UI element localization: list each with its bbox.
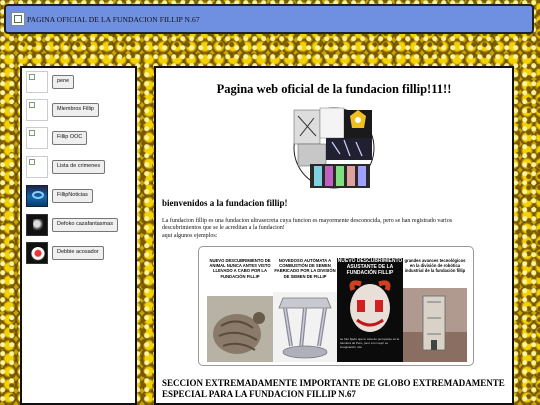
news-logo-icon — [26, 185, 48, 207]
lista-crimenes-button[interactable]: Lista de crimenes — [52, 160, 106, 174]
pene-button[interactable]: pene — [52, 75, 75, 89]
face-photo-icon — [26, 242, 48, 264]
meme-caption: NOVEDOSO AUTÓMATA A COMBUSTIÓN DE SEMEN … — [274, 258, 336, 279]
important-section-heading: SECCION EXTREMADAMENTE IMPORTANTE DE GLO… — [162, 378, 505, 399]
fillip-noticias-button[interactable]: FillipNoticias — [52, 189, 93, 203]
intro-line-1: La fundacion fillip es una fundacion ult… — [162, 218, 453, 224]
miembros-fillip-button[interactable]: Miembros Fillip — [52, 103, 99, 117]
meme-caption: NUEVO DESCUBRIMIENTO DE ANIMAL NUNCA ANT… — [209, 258, 271, 279]
defoko-cazafantasmas-button[interactable]: Defoko cazafantasmas — [52, 218, 118, 232]
debbie-acosador-button[interactable]: Debbie acosador — [52, 246, 104, 260]
broken-image-icon — [26, 99, 48, 121]
ghost-photo-icon — [26, 214, 48, 236]
meme-panel-automata: NOVEDOSO AUTÓMATA A COMBUSTIÓN DE SEMEN … — [273, 258, 337, 362]
welcome-heading: bienvenidos a la fundacion fillip! — [162, 198, 288, 208]
intro-line-3: aqui algunos ejemplos: — [162, 232, 218, 239]
broken-image-icon — [11, 12, 25, 26]
meme-caption: NUEVO DESCUBRIMIENTO ASUSTANTE DE LA FUN… — [337, 258, 403, 276]
page-header-title: PAGINA OFICIAL DE LA FUNDACION FILLIP N.… — [27, 14, 200, 24]
broken-image-icon — [26, 127, 48, 149]
sidebar-item-pene[interactable]: pene — [26, 71, 75, 93]
broken-image-icon — [26, 71, 48, 93]
sidebar-item-defoko[interactable]: Defoko cazafantasmas — [26, 214, 118, 236]
sidebar-item-ooc[interactable]: Fillip OOC — [26, 127, 88, 149]
member-collage-image — [292, 106, 376, 190]
meme-panel-robotica: grandes avances tecnológicos en la divis… — [403, 258, 467, 362]
meme-panel-pennywise: NUEVO DESCUBRIMIENTO ASUSTANTE DE LA FUN… — [337, 258, 403, 362]
meme-panel-animal: NUEVO DESCUBRIMIENTO DE ANIMAL NUNCA ANT… — [207, 258, 273, 362]
sidebar-item-miembros[interactable]: Miembros Fillip — [26, 99, 99, 121]
sidebar-item-debbie[interactable]: Debbie acosador — [26, 242, 104, 264]
meme-collage: NUEVO DESCUBRIMIENTO DE ANIMAL NUNCA ANT… — [198, 246, 474, 366]
fillip-ooc-button[interactable]: Fillip OOC — [52, 131, 88, 145]
intro-line-2: descubrimientos que se le acreditan a la… — [162, 225, 285, 232]
intro-paragraph: La fundacion fillip es una fundacion ult… — [162, 218, 507, 240]
sidebar: pene Miembros Fillip Fillip OOC Lista de… — [20, 66, 137, 405]
meme-caption: grandes avances tecnológicos en la divis… — [404, 258, 466, 274]
broken-image-icon — [26, 156, 48, 178]
sidebar-item-crimenes[interactable]: Lista de crimenes — [26, 156, 106, 178]
meme-subtext: se han fijado que lo cara de pennywise e… — [340, 337, 400, 349]
main-content: Pagina web oficial de la fundacion filli… — [154, 66, 514, 405]
page-header: PAGINA OFICIAL DE LA FUNDACION FILLIP N.… — [4, 4, 534, 34]
sidebar-item-noticias[interactable]: FillipNoticias — [26, 185, 93, 207]
page-title: Pagina web oficial de la fundacion filli… — [216, 82, 452, 96]
